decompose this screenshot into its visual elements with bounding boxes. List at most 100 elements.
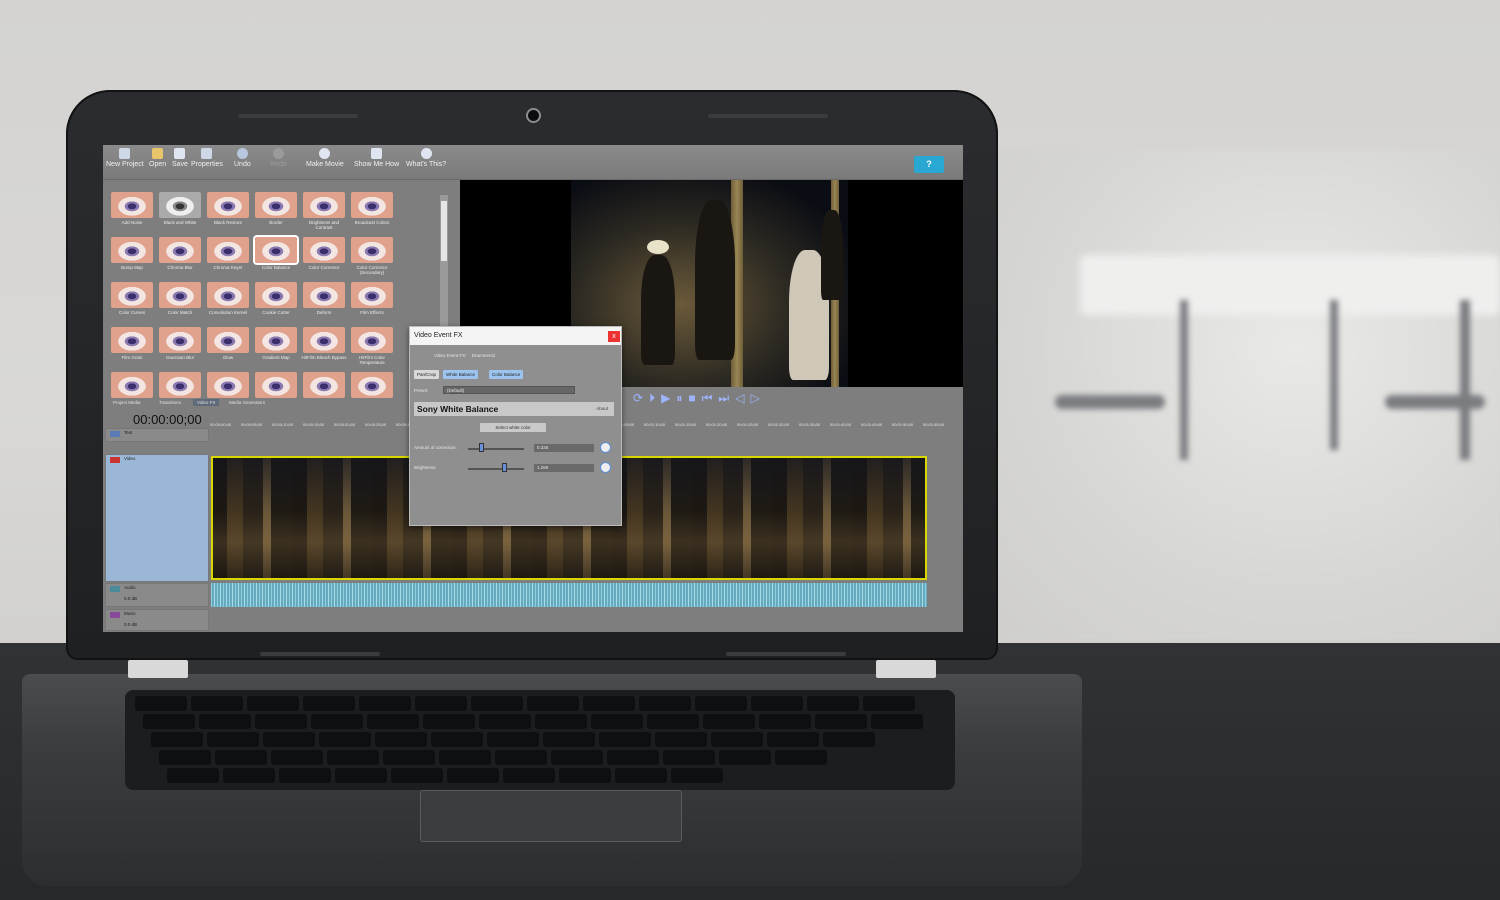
undo-button[interactable]: Undo [234,148,251,168]
open-button[interactable]: Open [149,148,166,168]
fx-item[interactable]: Black Restore [205,192,251,236]
about-button[interactable]: About [596,406,608,411]
brightness-keyframe-icon[interactable] [600,462,611,473]
fx-item[interactable]: Glow [205,327,251,371]
go-to-start-icon[interactable]: ⏮ [702,391,719,405]
tab-video-fx[interactable]: Video FX [193,399,220,406]
brightness-slider-knob[interactable] [501,463,507,472]
fx-item[interactable]: Cookie Cutter [253,282,299,326]
fx-item[interactable]: Brightness and Contrast [301,192,347,236]
save-button[interactable]: Save [172,148,188,168]
brightness-slider[interactable] [468,468,524,470]
fx-item[interactable]: Color Corrector (Secondary) [349,237,395,281]
keyboard-key [775,750,827,765]
keyboard-key [431,732,483,747]
save-icon [174,148,186,159]
fx-item[interactable]: Add Noise [109,192,155,236]
fx-item[interactable]: Border [253,192,299,236]
fx-item[interactable]: Broadcast Colors [349,192,395,236]
fx-item[interactable]: Film Grain [109,327,155,371]
fx-item[interactable]: Color Corrector [301,237,347,281]
fx-item[interactable]: Gaussian Blur [157,327,203,371]
show-me-how-button[interactable]: Show Me How [354,148,399,168]
keyboard-key [335,768,387,783]
fx-item-partial[interactable] [253,372,299,402]
brightness-label: Brightness: [414,465,437,470]
tab-transitions[interactable]: Transitions [159,400,181,405]
next-frame-icon[interactable]: ▷ [750,391,765,405]
select-white-color-button[interactable]: Select white color [480,423,546,432]
keyboard-key [199,714,251,729]
keyboard-key [271,750,323,765]
new-project-button[interactable]: New Project [106,148,144,168]
track-header-music[interactable]: Music 0.0 dB [105,609,209,631]
fx-item-partial[interactable] [205,372,251,402]
track-header-audio[interactable]: Audio 0.0 dB [105,583,209,607]
fx-item[interactable]: Convolution Kernel [205,282,251,326]
amount-value[interactable]: 0.336 [534,444,594,452]
properties-button[interactable]: Properties [191,148,223,168]
fx-item[interactable]: Deform [301,282,347,326]
fx-scrollbar-thumb[interactable] [441,201,447,261]
touchpad[interactable] [420,790,682,842]
audio-clip-waveform[interactable] [211,583,927,607]
fx-item[interactable]: Color Match [157,282,203,326]
dialog-close-button[interactable]: x [608,331,620,342]
fx-label: Color Balance [261,265,291,270]
whats-this-button[interactable]: What's This? [406,148,446,168]
fx-item[interactable]: Black and White [157,192,203,236]
play-from-start-icon[interactable]: ⏵ [649,391,661,405]
chip-color-balance[interactable]: Color Balance [489,370,524,379]
amount-keyframe-icon[interactable] [600,442,611,453]
fx-item[interactable]: Color Curves [109,282,155,326]
fx-label: HitFilm Bleach Bypass [301,355,347,360]
ruler-tick-label: 00:01:50;00 [892,422,914,427]
track-header-video[interactable]: Video [105,454,209,582]
tab-project-media[interactable]: Project Media [113,400,141,405]
lid-slot [260,652,380,656]
fx-item-partial[interactable] [157,372,203,402]
amount-slider-knob[interactable] [479,443,485,452]
fx-item-partial[interactable] [109,372,155,402]
fx-thumbnail-icon [255,282,297,308]
track-header-text[interactable]: Text [105,428,209,442]
fx-item-partial[interactable] [301,372,347,402]
brightness-value[interactable]: 1.269 [534,464,594,472]
make-movie-button[interactable]: Make Movie [306,148,344,168]
fx-item[interactable]: Film Effects [349,282,395,326]
app-window: New Project Open Save Properties Undo Re… [103,145,963,632]
fx-item[interactable]: HitFilm Bleach Bypass [301,327,347,371]
stop-icon[interactable]: ■ [688,391,701,405]
fx-thumbnail-icon [303,282,345,308]
chip-white-balance[interactable]: White Balance [443,370,479,379]
chip-pan-crop[interactable]: Pan/Crop [414,370,440,379]
fx-item[interactable]: Color Balance [253,235,299,281]
help-button[interactable]: ? [914,156,944,173]
go-to-end-icon[interactable]: ⏭ [718,391,735,405]
play-icon[interactable]: ▶ [661,391,676,405]
previous-frame-icon[interactable]: ◁ [735,391,750,405]
preset-select[interactable]: (Default) [443,386,575,394]
keyboard-key [655,732,707,747]
keyboard-key [823,732,875,747]
fx-label: Bump Map [121,265,143,270]
fx-thumbnail-icon [207,192,249,218]
fx-item[interactable]: Chroma Keyer [205,237,251,281]
fx-thumbnail-icon [207,282,249,308]
lid-slot [726,652,846,656]
fx-item[interactable]: Gradient Map [253,327,299,371]
redo-button[interactable]: Redo [270,148,287,168]
fx-label: Black and White [163,220,197,225]
ruler-tick-label: 00:01:40;00 [830,422,852,427]
loop-icon[interactable]: ⟳ [633,391,649,405]
pause-icon[interactable]: ⏸ [676,391,688,405]
keyboard-key [527,696,579,711]
fx-item[interactable]: Bump Map [109,237,155,281]
amount-slider[interactable] [468,448,524,450]
fx-item-partial[interactable] [349,372,395,402]
keyboard-key [599,732,651,747]
fx-item[interactable]: Chroma Blur [157,237,203,281]
tab-media-generators[interactable]: Media Generators [229,400,265,405]
fx-item[interactable]: HitFilm Color Temperature [349,327,395,371]
fx-thumbnail-icon [159,327,201,353]
